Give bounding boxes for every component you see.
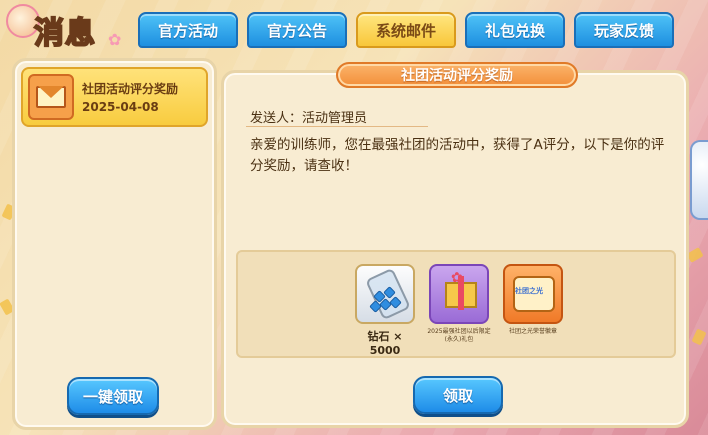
reward-name: 钻石 × 5000 [367,330,403,357]
tab-player-feedback[interactable]: 玩家反馈 [574,12,674,48]
envelope-icon [28,74,74,120]
reward-name: 社团之光荣誉徽章 [508,328,557,335]
gift-pack-icon: ✿ [429,264,489,324]
confetti-decoration [691,328,707,346]
diamond-jar-icon [355,264,415,324]
tab-system-mail[interactable]: 系统邮件 [356,12,456,48]
page-title-badge: 消息 ✿ [6,4,130,54]
confetti-decoration [686,247,704,263]
reward-item[interactable]: 社团之光 社团之光荣誉徽章 [501,264,565,357]
reward-item[interactable]: ✿ 2025最强社团以后限定(永久)礼包 [427,264,491,357]
divider [246,126,428,127]
claim-all-button[interactable]: 一键领取 [67,377,159,415]
mail-body: 亲爱的训练师，您在最强社团的活动中，获得了A评分，以下是你的评分奖励，请查收！ [250,137,665,174]
flower-icon: ✿ [108,30,122,49]
mail-list-item[interactable]: 社团活动评分奖励 2025-04-08 [21,67,208,127]
rewards-box: 钻石 × 5000 ✿ 2025最强社团以后限定(永久)礼包 社团之光 社团之光… [236,250,676,358]
mail-item-date: 2025-04-08 [82,100,159,114]
tab-official-notices[interactable]: 官方公告 [247,12,347,48]
mail-sender: 发送人：活动管理员 [250,111,368,126]
mail-item-title: 社团活动评分奖励 [82,82,179,96]
mail-list-panel: 社团活动评分奖励 2025-04-08 一键领取 [12,58,217,430]
mail-detail-panel: 社团活动评分奖励 发送人：活动管理员 亲爱的训练师，您在最强社团的活动中，获得了… [221,62,689,428]
club-badge-icon: 社团之光 [503,264,563,324]
mail-detail-title: 社团活动评分奖励 [336,62,578,88]
side-character-avatar [690,140,708,220]
tab-gift-redeem[interactable]: 礼包兑换 [465,12,565,48]
tab-official-events[interactable]: 官方活动 [138,12,238,48]
reward-item[interactable]: 钻石 × 5000 [353,264,417,357]
page-title: 消息 [33,15,96,52]
tab-bar: 官方活动 官方公告 系统邮件 礼包兑换 玩家反馈 [138,12,674,48]
claim-button[interactable]: 领取 [413,376,503,414]
reward-name: 2025最强社团以后限定(永久)礼包 [427,328,491,343]
